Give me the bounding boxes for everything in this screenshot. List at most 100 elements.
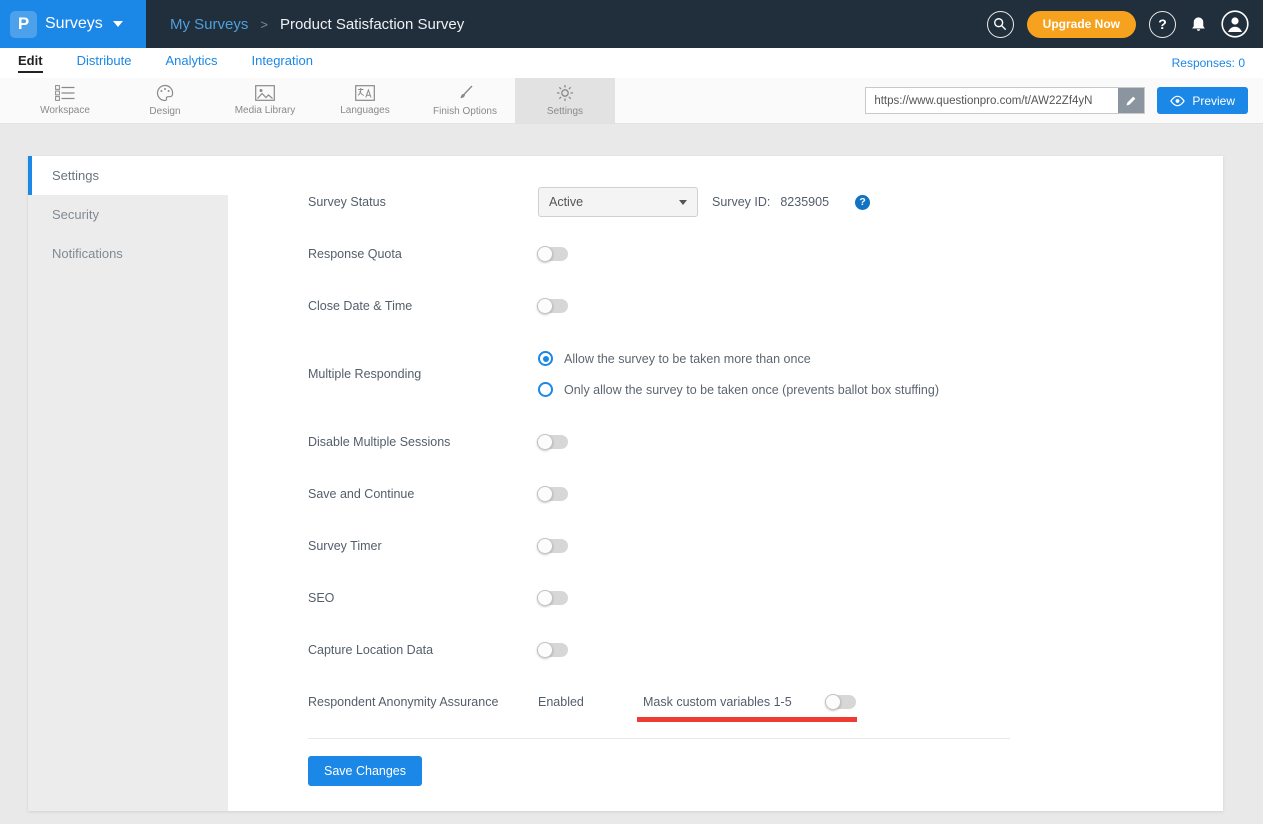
sidebar-item-label: Notifications	[52, 246, 123, 261]
multiple-responding-label: Multiple Responding	[308, 367, 538, 381]
breadcrumb-my-surveys[interactable]: My Surveys	[170, 16, 248, 33]
survey-timer-label: Survey Timer	[308, 539, 538, 553]
form-divider	[308, 738, 1010, 739]
notifications-button[interactable]	[1189, 15, 1208, 34]
mask-variables-toggle[interactable]	[826, 695, 856, 709]
survey-timer-toggle[interactable]	[538, 539, 568, 553]
toggle-knob	[537, 434, 553, 450]
brush-icon	[456, 84, 474, 102]
save-changes-button[interactable]: Save Changes	[308, 756, 422, 786]
section-navbar: Edit Distribute Analytics Integration Re…	[0, 48, 1263, 78]
anonymity-label: Respondent Anonymity Assurance	[308, 695, 538, 709]
close-date-label: Close Date & Time	[308, 299, 538, 313]
radio-label: Allow the survey to be taken more than o…	[564, 352, 811, 366]
eye-icon	[1170, 95, 1185, 107]
tab-integration[interactable]: Integration	[252, 53, 313, 73]
seo-toggle[interactable]	[538, 591, 568, 605]
toggle-knob	[537, 642, 553, 658]
toolbar-item-label: Finish Options	[433, 106, 497, 117]
seo-label: SEO	[308, 591, 538, 605]
toggle-knob	[537, 486, 553, 502]
upgrade-now-button[interactable]: Upgrade Now	[1027, 11, 1136, 38]
workspace-icon	[55, 85, 75, 101]
pencil-icon	[1125, 95, 1137, 107]
capture-location-toggle[interactable]	[538, 643, 568, 657]
toggle-knob	[537, 298, 553, 314]
toolbar-item-media-library[interactable]: Media Library	[215, 78, 315, 123]
logo-letter: P	[18, 14, 29, 34]
toolbar-item-label: Media Library	[235, 105, 296, 116]
close-date-toggle[interactable]	[538, 299, 568, 313]
toggle-knob	[825, 694, 841, 710]
response-quota-label: Response Quota	[308, 247, 538, 261]
toolbar-item-finish-options[interactable]: Finish Options	[415, 78, 515, 123]
disable-sessions-label: Disable Multiple Sessions	[308, 435, 538, 449]
avatar-icon	[1221, 10, 1249, 38]
response-quota-toggle[interactable]	[538, 247, 568, 261]
tab-edit[interactable]: Edit	[18, 53, 43, 73]
nav-tabs: Edit Distribute Analytics Integration	[18, 53, 313, 73]
app-menu-label: Surveys	[45, 15, 103, 33]
preview-button[interactable]: Preview	[1157, 87, 1248, 114]
radio-allow-once[interactable]: Only allow the survey to be taken once (…	[538, 382, 939, 397]
setting-row-disable-sessions: Disable Multiple Sessions	[308, 426, 1223, 458]
toolbar-item-workspace[interactable]: Workspace	[15, 78, 115, 123]
red-highlight-annotation	[637, 717, 857, 722]
save-continue-label: Save and Continue	[308, 487, 538, 501]
capture-location-label: Capture Location Data	[308, 643, 538, 657]
setting-row-survey-timer: Survey Timer	[308, 530, 1223, 562]
app-menu-surveys[interactable]: P Surveys	[0, 0, 146, 48]
chevron-down-icon	[113, 21, 123, 27]
setting-row-seo: SEO	[308, 582, 1223, 614]
mask-variables-label: Mask custom variables 1-5	[643, 695, 792, 709]
survey-id-help-icon[interactable]: ?	[855, 195, 870, 210]
gear-icon	[556, 84, 574, 102]
toolbar-item-label: Settings	[547, 106, 583, 117]
survey-status-label: Survey Status	[308, 195, 538, 209]
radio-selected-icon	[538, 351, 553, 366]
questionpro-logo: P	[10, 11, 37, 38]
toolbar-item-settings[interactable]: Settings	[515, 78, 615, 123]
save-continue-toggle[interactable]	[538, 487, 568, 501]
sidebar-item-notifications[interactable]: Notifications	[28, 234, 228, 273]
toggle-knob	[537, 590, 553, 606]
bell-icon	[1189, 15, 1208, 34]
help-button[interactable]: ?	[1149, 11, 1176, 38]
image-icon	[255, 85, 275, 101]
question-mark-icon: ?	[1158, 16, 1167, 32]
edit-toolbar: Workspace Design Media Library Languages…	[0, 78, 1263, 124]
setting-row-save-continue: Save and Continue	[308, 478, 1223, 510]
sidebar-item-settings[interactable]: Settings	[28, 156, 228, 195]
toggle-knob	[537, 538, 553, 554]
breadcrumb-current-survey: Product Satisfaction Survey	[280, 16, 464, 33]
tab-distribute[interactable]: Distribute	[77, 53, 132, 73]
edit-url-button[interactable]	[1118, 88, 1144, 113]
toolbar-item-languages[interactable]: Languages	[315, 78, 415, 123]
search-button[interactable]	[987, 11, 1014, 38]
radio-unselected-icon	[538, 382, 553, 397]
tab-analytics[interactable]: Analytics	[165, 53, 217, 73]
multiple-responding-options: Allow the survey to be taken more than o…	[538, 351, 939, 397]
translate-icon	[355, 85, 375, 101]
sidebar-item-security[interactable]: Security	[28, 195, 228, 234]
toggle-knob	[537, 246, 553, 262]
radio-allow-multiple[interactable]: Allow the survey to be taken more than o…	[538, 351, 939, 366]
survey-url-input[interactable]	[866, 95, 1118, 107]
breadcrumb-separator: >	[260, 17, 268, 32]
preview-label: Preview	[1192, 94, 1235, 108]
toolbar-item-label: Workspace	[40, 105, 90, 116]
toolbar-right: Preview	[865, 78, 1263, 123]
disable-sessions-toggle[interactable]	[538, 435, 568, 449]
responses-count[interactable]: Responses: 0	[1172, 56, 1245, 70]
setting-row-anonymity: Respondent Anonymity Assurance Enabled M…	[308, 686, 1223, 718]
avatar-button[interactable]	[1221, 10, 1249, 38]
survey-url-box	[865, 87, 1145, 114]
sidebar-item-label: Security	[52, 207, 99, 222]
search-icon	[993, 17, 1007, 31]
toolbar-item-design[interactable]: Design	[115, 78, 215, 123]
topbar: P Surveys My Surveys > Product Satisfact…	[0, 0, 1263, 48]
anonymity-status: Enabled	[538, 695, 643, 709]
survey-status-select[interactable]: Active	[538, 187, 698, 217]
settings-sidebar: Settings Security Notifications	[28, 156, 228, 811]
settings-card: Settings Security Notifications Survey S…	[28, 156, 1223, 811]
